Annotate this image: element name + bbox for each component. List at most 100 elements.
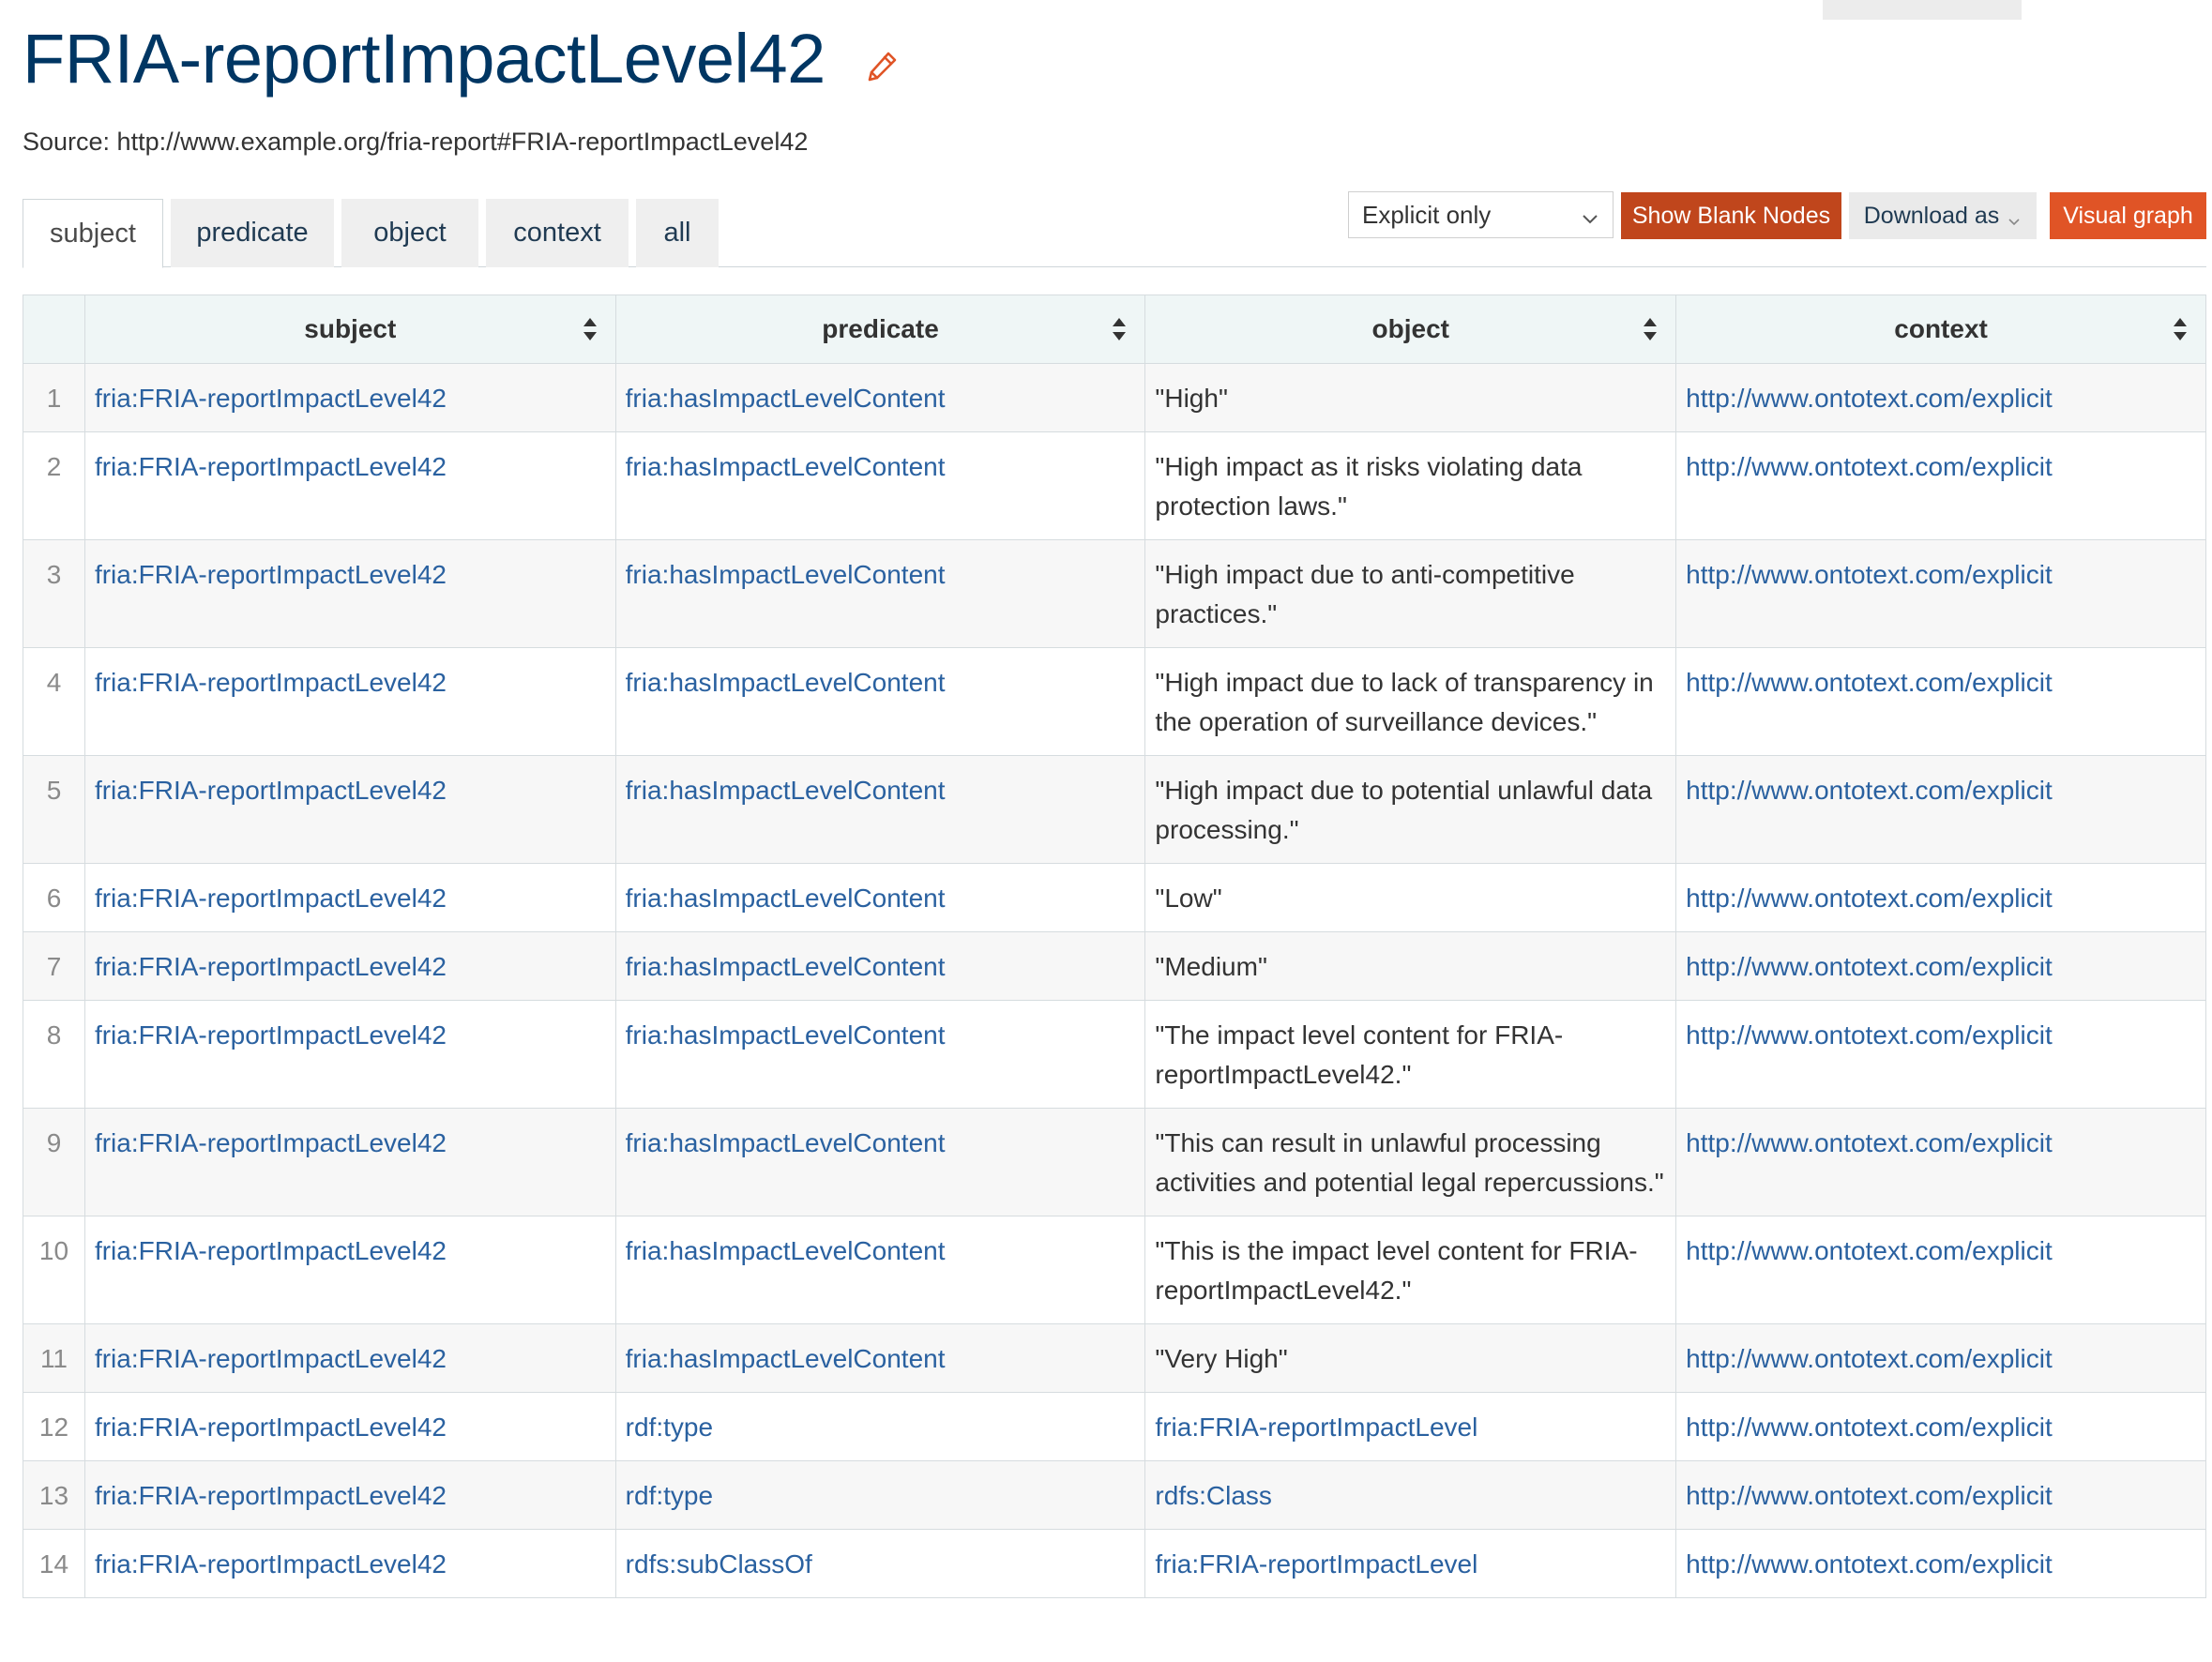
object-cell-text[interactable]: fria:FRIA-reportImpactLevel — [1155, 1413, 1477, 1442]
predicate-cell-text[interactable]: fria:hasImpactLevelContent — [626, 1020, 946, 1050]
context-cell-text[interactable]: http://www.ontotext.com/explicit — [1686, 1481, 2053, 1510]
predicate-cell: fria:hasImpactLevelContent — [614, 1323, 1146, 1393]
subject-cell: fria:FRIA-reportImpactLevel42 — [83, 1323, 616, 1393]
row-number-cell-text: 1 — [46, 384, 62, 413]
download-as-label: Download as — [1863, 202, 2000, 229]
sort-icon[interactable] — [2172, 316, 2189, 342]
predicate-cell-text[interactable]: rdfs:subClassOf — [626, 1549, 812, 1579]
context-cell: http://www.ontotext.com/explicit — [1675, 1392, 2206, 1461]
subject-cell-text[interactable]: fria:FRIA-reportImpactLevel42 — [95, 952, 447, 981]
context-cell-text[interactable]: http://www.ontotext.com/explicit — [1686, 1236, 2053, 1265]
pencil-icon[interactable] — [865, 48, 901, 83]
context-cell: http://www.ontotext.com/explicit — [1675, 1216, 2206, 1324]
object-cell-text: "Low" — [1155, 884, 1222, 913]
context-cell-text[interactable]: http://www.ontotext.com/explicit — [1686, 1128, 2053, 1157]
table-row: 8 fria:FRIA-reportImpactLevel42 fria:hasIm… — [23, 1000, 2206, 1109]
column-header-context[interactable]: context — [1675, 295, 2206, 364]
context-cell-text[interactable]: http://www.ontotext.com/explicit — [1686, 776, 2053, 805]
subject-cell: fria:FRIA-reportImpactLevel42 — [83, 647, 616, 756]
object-cell-text: "Very High" — [1155, 1344, 1288, 1373]
context-cell-text[interactable]: http://www.ontotext.com/explicit — [1686, 560, 2053, 589]
table-row: 3 fria:FRIA-reportImpactLevel42 fria:hasIm… — [23, 539, 2206, 648]
context-cell-text[interactable]: http://www.ontotext.com/explicit — [1686, 1549, 2053, 1579]
column-header-subject[interactable]: subject — [83, 295, 616, 364]
object-cell-text: "High" — [1155, 384, 1228, 413]
subject-cell-text[interactable]: fria:FRIA-reportImpactLevel42 — [95, 1549, 447, 1579]
context-cell-text[interactable]: http://www.ontotext.com/explicit — [1686, 952, 2053, 981]
object-cell: "High impact as it risks violating data … — [1144, 431, 1677, 540]
predicate-cell-text[interactable]: fria:hasImpactLevelContent — [626, 384, 946, 413]
object-cell-text[interactable]: rdfs:Class — [1155, 1481, 1271, 1510]
subject-cell-text[interactable]: fria:FRIA-reportImpactLevel42 — [95, 668, 447, 697]
subject-cell-text[interactable]: fria:FRIA-reportImpactLevel42 — [95, 560, 447, 589]
row-number-cell-text: 11 — [39, 1344, 68, 1373]
context-cell-text[interactable]: http://www.ontotext.com/explicit — [1686, 668, 2053, 697]
predicate-cell-text[interactable]: fria:hasImpactLevelContent — [626, 1128, 946, 1157]
table-row: 9 fria:FRIA-reportImpactLevel42 fria:hasIm… — [23, 1108, 2206, 1216]
tab-context[interactable]: context — [486, 199, 629, 267]
row-number-cell-text: 14 — [38, 1549, 69, 1579]
visual-graph-button[interactable]: Visual graph — [2050, 192, 2206, 239]
subject-cell-text[interactable]: fria:FRIA-reportImpactLevel42 — [95, 384, 447, 413]
subject-cell-text[interactable]: fria:FRIA-reportImpactLevel42 — [95, 1128, 447, 1157]
sort-icon[interactable] — [1642, 316, 1659, 342]
context-cell: http://www.ontotext.com/explicit — [1675, 1000, 2206, 1109]
column-header-object[interactable]: object — [1144, 295, 1677, 364]
context-cell-text[interactable]: http://www.ontotext.com/explicit — [1686, 384, 2053, 413]
context-cell-text[interactable]: http://www.ontotext.com/explicit — [1686, 1413, 2053, 1442]
predicate-cell: fria:hasImpactLevelContent — [614, 1216, 1146, 1324]
predicate-cell-text[interactable]: fria:hasImpactLevelContent — [626, 884, 946, 913]
tab-all[interactable]: all — [636, 199, 719, 267]
subject-cell: fria:FRIA-reportImpactLevel42 — [83, 863, 616, 932]
object-cell: fria:FRIA-reportImpactLevel — [1144, 1392, 1677, 1461]
page-title: FRIA-reportImpactLevel42 — [23, 20, 826, 98]
predicate-cell-text[interactable]: rdf:type — [626, 1481, 713, 1510]
row-number-cell-text: 5 — [46, 776, 62, 805]
subject-cell: fria:FRIA-reportImpactLevel42 — [83, 1000, 616, 1109]
context-cell-text[interactable]: http://www.ontotext.com/explicit — [1686, 452, 2053, 481]
sort-icon[interactable] — [582, 316, 598, 342]
show-blank-nodes-button[interactable]: Show Blank Nodes — [1621, 192, 1841, 239]
object-cell: "High" — [1144, 363, 1677, 432]
predicate-cell-text[interactable]: fria:hasImpactLevelContent — [626, 776, 946, 805]
predicate-cell-text[interactable]: rdf:type — [626, 1413, 713, 1442]
table-row: 7 fria:FRIA-reportImpactLevel42 fria:hasIm… — [23, 931, 2206, 1001]
subject-cell: fria:FRIA-reportImpactLevel42 — [83, 363, 616, 432]
predicate-cell: fria:hasImpactLevelContent — [614, 755, 1146, 864]
object-cell-text: "The impact level content for FRIA-repor… — [1155, 1020, 1564, 1089]
tab-subject[interactable]: subject — [23, 199, 163, 268]
context-cell-text[interactable]: http://www.ontotext.com/explicit — [1686, 1344, 2053, 1373]
row-number-cell-text: 8 — [46, 1020, 62, 1050]
predicate-cell-text[interactable]: fria:hasImpactLevelContent — [626, 1236, 946, 1265]
object-cell-text: "This can result in unlawful processing … — [1155, 1128, 1664, 1197]
row-number-cell: 12 — [23, 1392, 85, 1461]
row-number-cell-text: 10 — [38, 1236, 69, 1265]
source-line: Source: http://www.example.org/fria-repo… — [23, 128, 809, 156]
download-as-button[interactable]: Download as — [1849, 192, 2037, 239]
subject-cell-text[interactable]: fria:FRIA-reportImpactLevel42 — [95, 884, 447, 913]
row-number-cell: 3 — [23, 539, 85, 648]
context-cell-text[interactable]: http://www.ontotext.com/explicit — [1686, 1020, 2053, 1050]
object-cell-text[interactable]: fria:FRIA-reportImpactLevel — [1155, 1549, 1477, 1579]
subject-cell-text[interactable]: fria:FRIA-reportImpactLevel42 — [95, 1413, 447, 1442]
predicate-cell-text[interactable]: fria:hasImpactLevelContent — [626, 1344, 946, 1373]
predicate-cell-text[interactable]: fria:hasImpactLevelContent — [626, 952, 946, 981]
predicate-cell-text[interactable]: fria:hasImpactLevelContent — [626, 452, 946, 481]
subject-cell-text[interactable]: fria:FRIA-reportImpactLevel42 — [95, 1481, 447, 1510]
context-cell: http://www.ontotext.com/explicit — [1675, 1108, 2206, 1216]
column-header-label: predicate — [822, 314, 939, 343]
tab-object[interactable]: object — [341, 199, 478, 267]
subject-cell-text[interactable]: fria:FRIA-reportImpactLevel42 — [95, 1236, 447, 1265]
subject-cell-text[interactable]: fria:FRIA-reportImpactLevel42 — [95, 776, 447, 805]
explicit-filter-select[interactable]: Explicit only — [1348, 191, 1614, 238]
context-cell-text[interactable]: http://www.ontotext.com/explicit — [1686, 884, 2053, 913]
subject-cell-text[interactable]: fria:FRIA-reportImpactLevel42 — [95, 1344, 447, 1373]
predicate-cell-text[interactable]: fria:hasImpactLevelContent — [626, 560, 946, 589]
subject-cell-text[interactable]: fria:FRIA-reportImpactLevel42 — [95, 1020, 447, 1050]
subject-cell-text[interactable]: fria:FRIA-reportImpactLevel42 — [95, 452, 447, 481]
predicate-cell-text[interactable]: fria:hasImpactLevelContent — [626, 668, 946, 697]
sort-icon[interactable] — [1111, 316, 1128, 342]
column-header-predicate[interactable]: predicate — [614, 295, 1146, 364]
title-row: FRIA-reportImpactLevel42 — [23, 17, 901, 101]
tab-predicate[interactable]: predicate — [171, 199, 334, 267]
